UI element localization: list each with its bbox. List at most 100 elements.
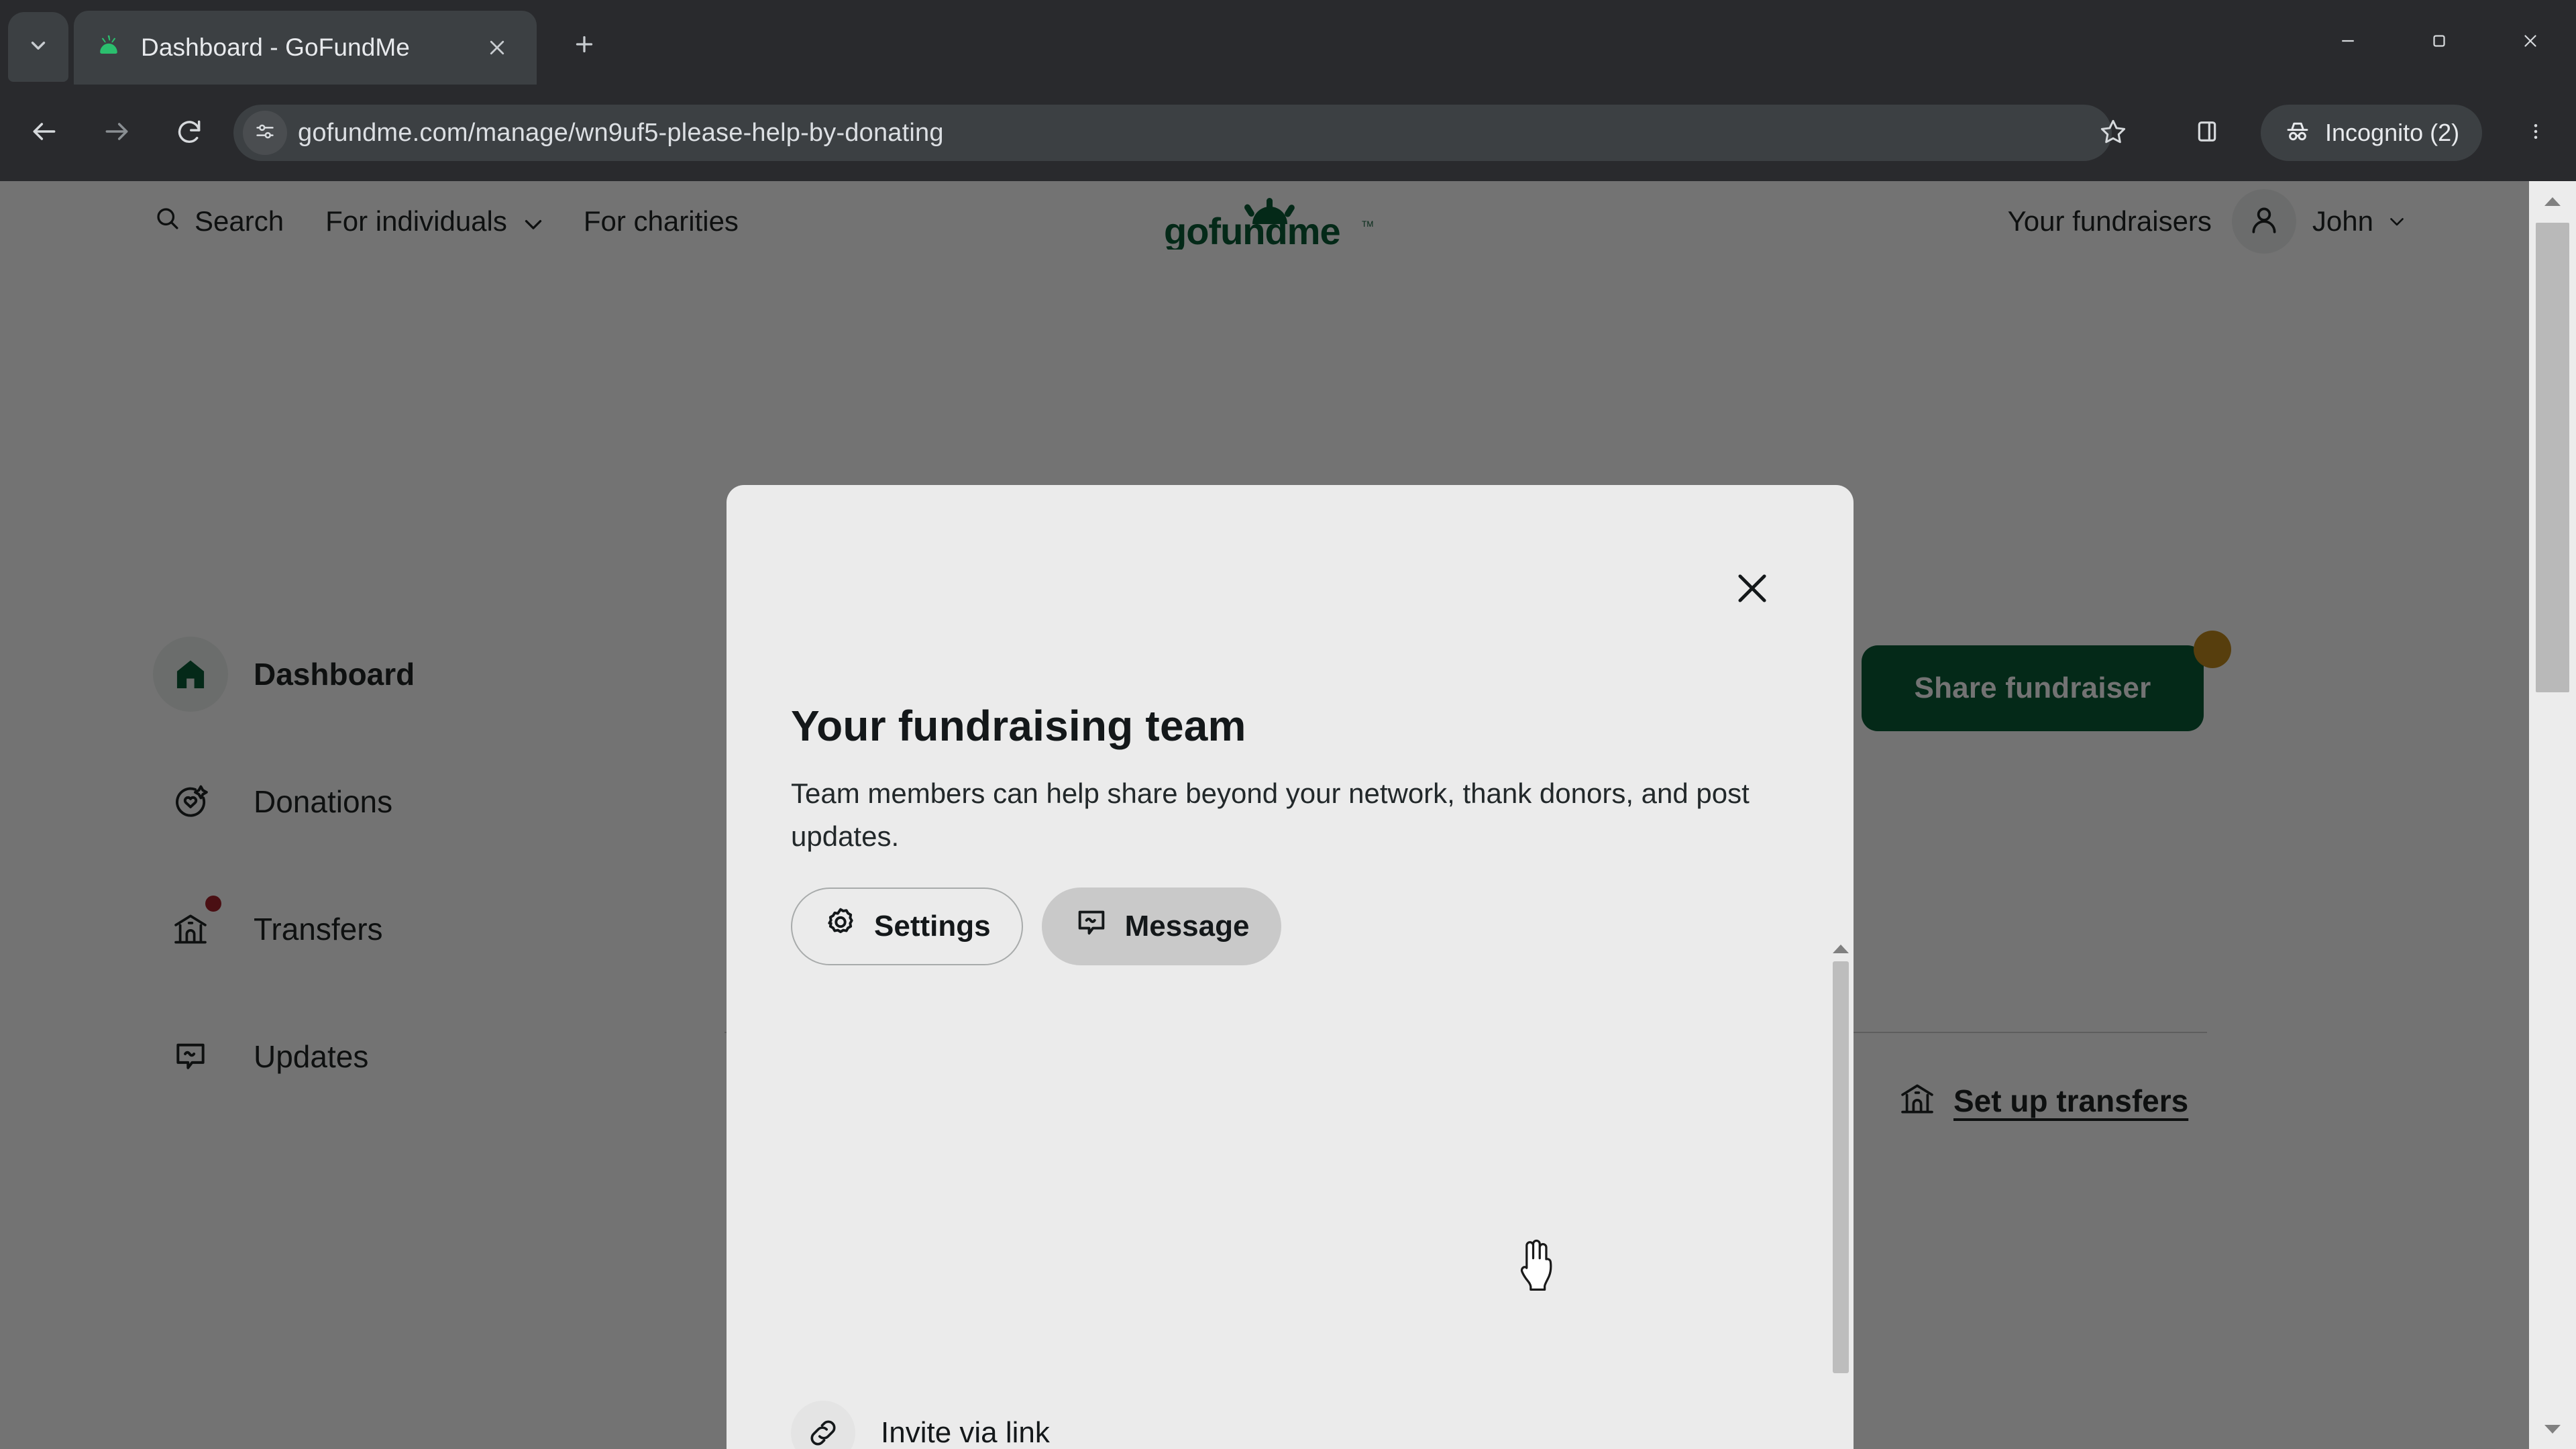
modal-scrollbar[interactable] [1828,936,1854,1449]
more-vertical-icon [2526,121,2546,145]
setup-transfers-label: Set up transfers [1953,1083,2189,1118]
close-icon [1731,568,1773,611]
window-controls [2302,0,2576,85]
site-nav-left: Search For individuals For charities [153,181,739,262]
message-button[interactable]: Message [1041,888,1282,965]
gofundme-flame-icon [94,33,123,62]
close-icon [2520,31,2540,54]
svg-text:gofundme: gofundme [1164,210,1340,250]
chat-bubble-icon [153,1019,228,1094]
reload-button[interactable] [156,99,223,166]
arrow-left-icon [30,117,59,150]
account-menu[interactable]: John [2231,189,2408,254]
home-icon [153,637,228,712]
minimize-icon [2338,31,2358,54]
sidebar-item-donations[interactable]: Donations [153,738,663,865]
scrollbar-thumb[interactable] [2536,223,2569,692]
bank-icon [1898,1080,1953,1121]
side-panel-button[interactable] [2180,106,2234,160]
scrollbar-down-button[interactable] [2529,1409,2576,1449]
tab-title: Dashboard - GoFundMe [141,34,410,61]
tab-search-button[interactable] [8,12,68,82]
status-badge [205,896,221,912]
sidebar-item-transfers[interactable]: Transfers [153,865,663,993]
modal-action-buttons: Settings Message [791,888,1282,965]
chevron-down-icon [2385,210,2408,233]
url-text: gofundme.com/manage/wn9uf5-please-help-b… [298,118,944,147]
forward-button[interactable] [83,99,150,166]
window-close-button[interactable] [2485,0,2576,85]
heart-target-icon [153,764,228,839]
page-scrollbar[interactable] [2529,181,2576,1449]
settings-button-label: Settings [874,910,991,943]
browser-toolbar: gofundme.com/manage/wn9uf5-please-help-b… [0,85,2576,181]
nav-for-individuals[interactable]: For individuals [325,205,542,237]
address-bar[interactable]: gofundme.com/manage/wn9uf5-please-help-b… [233,105,2112,161]
tab-close-button[interactable] [478,28,517,67]
sidebar-item-updates[interactable]: Updates [153,993,663,1120]
avatar [2231,189,2296,254]
share-fundraiser-button[interactable]: Share fundraiser [1862,645,2204,731]
modal-scrollbar-thumb[interactable] [1833,961,1849,1373]
triangle-up-icon [2544,197,2561,206]
incognito-icon [2284,117,2325,149]
arrow-right-icon [102,117,131,150]
browser-menu-button[interactable] [2509,106,2563,160]
modal-description: Team members can help share beyond your … [791,777,1750,852]
site-header: Search For individuals For charities gof… [0,181,2529,262]
sidebar-item-updates-label: Updates [254,1039,369,1074]
svg-text:TM: TM [1362,219,1373,229]
link-icon [791,1401,855,1449]
window-maximize-button[interactable] [2394,0,2485,85]
sidebar-item-transfers-label: Transfers [254,912,383,947]
chevron-down-icon [27,34,50,60]
new-tab-button[interactable] [560,21,608,70]
sidebar-item-donations-label: Donations [254,784,393,819]
nav-for-charities[interactable]: For charities [584,205,739,237]
site-nav-right: Your fundraisers John [2008,181,2408,262]
nav-your-fundraisers[interactable]: Your fundraisers [2008,205,2212,237]
nav-search-label: Search [195,205,284,237]
sidebar-item-dashboard[interactable]: Dashboard [153,610,663,738]
browser-chrome: Dashboard - GoFundMe gofundme.com/manage… [0,0,2576,181]
row-trailing-empty [1701,1414,1739,1449]
fundraising-team-modal: Your fundraising team Team members can h… [727,485,1854,1449]
tab-strip: Dashboard - GoFundMe [0,0,2576,85]
sidebar: Dashboard Donations Transfers Updates [153,610,663,1120]
back-button[interactable] [11,99,78,166]
modal-title: Your fundraising team [791,702,1246,750]
share-fundraiser-badge [2194,631,2231,668]
sidebar-item-dashboard-label: Dashboard [254,657,415,692]
person-icon [2247,203,2281,240]
triangle-up-icon [1833,944,1849,953]
row-invite-via-link[interactable]: Invite via link [747,1384,1783,1449]
settings-button[interactable]: Settings [791,888,1023,965]
gofundme-logo[interactable]: gofundme TM [1161,196,1389,252]
message-button-label: Message [1124,910,1250,943]
window-minimize-button[interactable] [2302,0,2394,85]
modal-close-button[interactable] [1723,560,1781,618]
star-icon [2099,117,2127,149]
account-name: John [2312,205,2373,237]
setup-transfers-link[interactable]: Set up transfers [1898,1080,2188,1121]
nav-for-charities-label: For charities [583,205,739,237]
incognito-indicator[interactable]: Incognito (2) [2261,105,2483,161]
modal-scrollbar-up[interactable] [1828,938,1854,959]
triangle-down-icon [2544,1424,2561,1434]
message-icon [1074,906,1125,948]
page-viewport: Search For individuals For charities gof… [0,181,2576,1449]
browser-tab[interactable]: Dashboard - GoFundMe [74,11,537,85]
chevron-down-icon [519,210,542,233]
nav-for-individuals-label: For individuals [325,205,507,237]
your-fundraisers-label: Your fundraisers [2007,205,2212,237]
nav-search[interactable]: Search [153,204,284,239]
maximize-icon [2429,31,2449,54]
site-info-button[interactable] [243,111,287,155]
bookmark-button[interactable] [2086,106,2140,160]
incognito-label: Incognito (2) [2325,119,2460,146]
plus-icon [572,32,596,60]
search-icon [153,204,195,239]
reload-icon [174,117,204,150]
tune-icon [254,120,276,146]
scrollbar-up-button[interactable] [2529,181,2576,221]
